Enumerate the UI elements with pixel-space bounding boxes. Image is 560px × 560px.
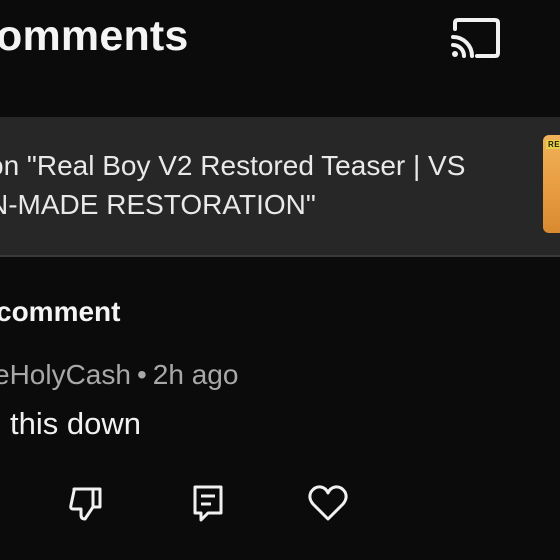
comments-screen: omments on "Real Boy V2 Restored Teaser … — [0, 0, 560, 560]
cast-icon — [451, 18, 500, 58]
section-label: comment — [0, 296, 121, 327]
dislike-button[interactable] — [62, 480, 108, 526]
comment-meta: eHolyCash • 2h ago — [0, 359, 238, 391]
thumbs-down-icon — [69, 487, 102, 521]
thumbnail-label: RE — [546, 140, 560, 149]
heart-icon — [308, 485, 348, 521]
cast-button[interactable] — [446, 15, 504, 61]
comment-time: 2h ago — [152, 359, 239, 390]
reply-button[interactable] — [185, 480, 231, 526]
video-thumbnail[interactable]: RE — [543, 135, 560, 233]
page-title: omments — [0, 12, 189, 60]
video-title-line-1: on "Real Boy V2 Restored Teaser | VS — [0, 150, 466, 181]
video-card[interactable]: on "Real Boy V2 Restored Teaser | VS N-M… — [0, 117, 560, 257]
comment-author[interactable]: eHolyCash — [0, 359, 131, 390]
video-title-line-2: N-MADE RESTORATION" — [0, 189, 316, 220]
reply-icon — [193, 485, 223, 522]
comment-text: this down — [10, 406, 141, 441]
heart-button[interactable] — [305, 480, 351, 526]
meta-separator: • — [136, 359, 147, 390]
